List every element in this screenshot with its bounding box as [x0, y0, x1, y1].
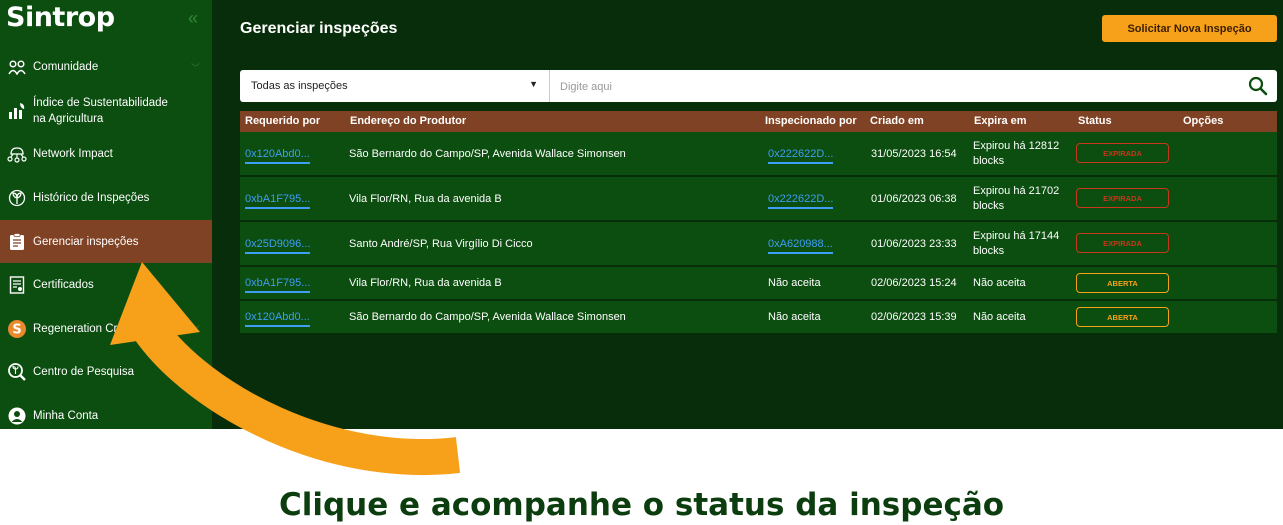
caption: Clique e acompanhe o status da inspeção — [278, 487, 1005, 523]
pointer-arrow-graphic — [110, 262, 461, 476]
